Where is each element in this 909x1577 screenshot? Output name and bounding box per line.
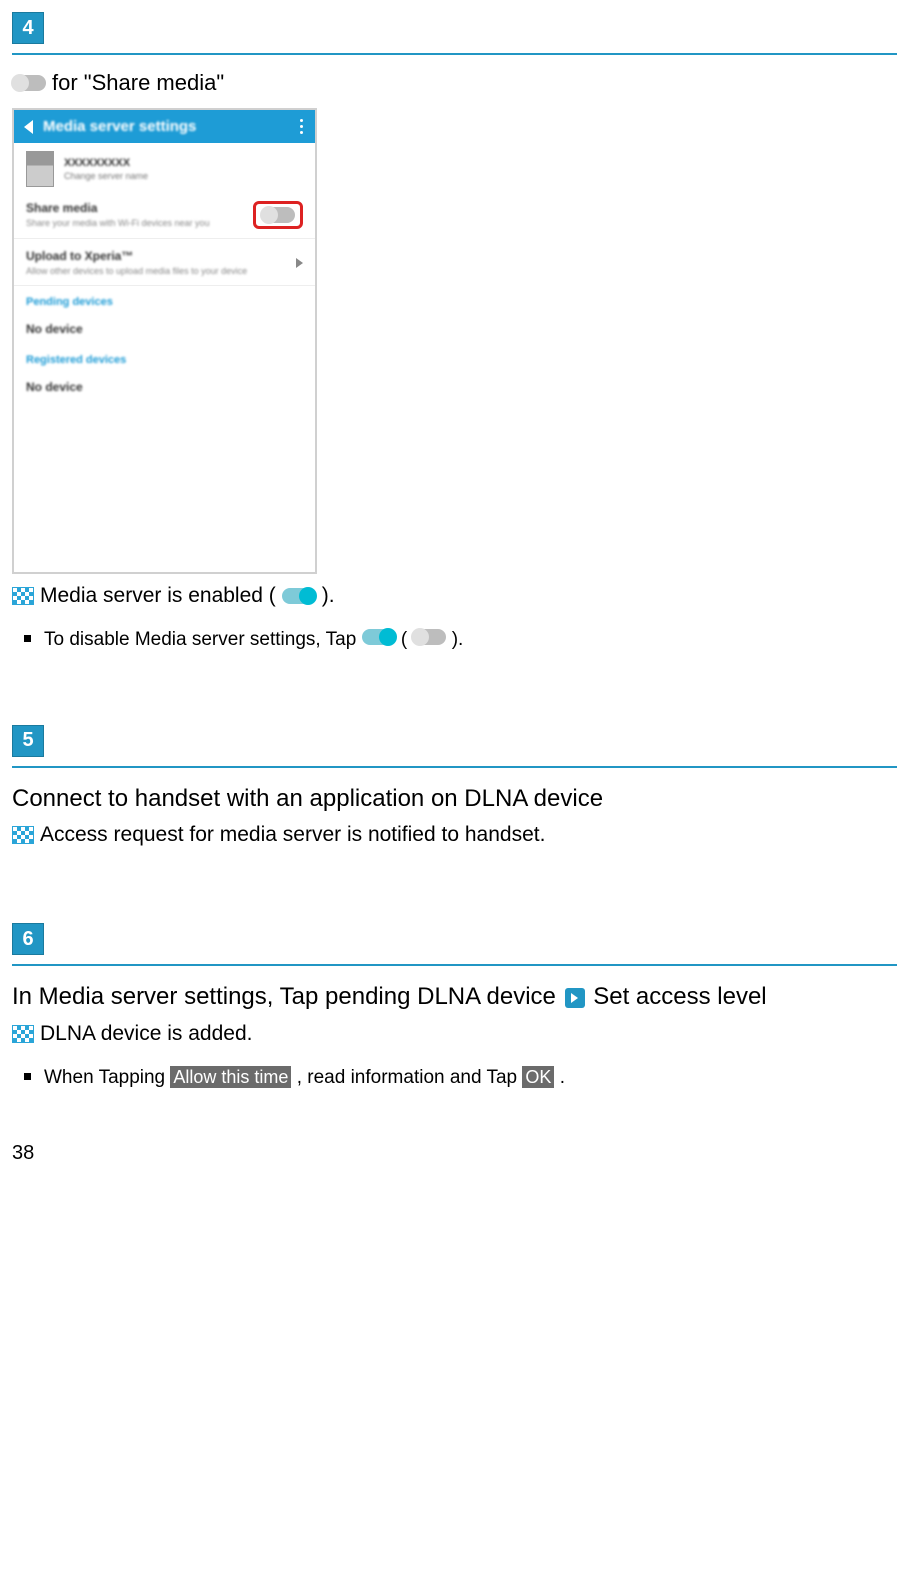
bullet-prefix: To disable Media server settings, Tap: [44, 629, 362, 650]
page-number: 38: [12, 1142, 897, 1165]
toggle-off-icon: [261, 207, 295, 223]
next-arrow-icon: [565, 988, 585, 1008]
highlight-box: [253, 201, 303, 229]
screenshot-usersub: Change server name: [64, 171, 148, 181]
divider: [12, 964, 897, 966]
screenshot-share-media-row: Share media Share your media with Wi-Fi …: [14, 191, 315, 239]
step6-bullet-1: When Tapping Allow this time , read info…: [44, 1064, 897, 1093]
enabled-suffix: ).: [322, 584, 335, 608]
divider: [12, 766, 897, 768]
step4-bullets: To disable Media server settings, Tap ( …: [12, 626, 897, 655]
screenshot-media-server-settings: Media server settings XXXXXXXXX Change s…: [12, 108, 317, 574]
screenshot-upload-title: Upload to Xperia™: [26, 249, 247, 263]
step-6: 6 In Media server settings, Tap pending …: [12, 923, 897, 1092]
step5-result-line: Access request for media server is notif…: [12, 823, 897, 847]
step4-instruction: for "Share media": [12, 70, 897, 96]
screenshot-upload-row: Upload to Xperia™ Allow other devices to…: [14, 239, 315, 287]
checker-flag-icon: [12, 1025, 34, 1043]
step4-bullet-1: To disable Media server settings, Tap ( …: [44, 626, 897, 655]
step-badge-4: 4: [12, 12, 44, 44]
screenshot-upload-sub: Allow other devices to upload media file…: [26, 266, 247, 278]
bullet-mid: (: [401, 629, 407, 650]
step6-main: In Media server settings, Tap pending DL…: [12, 981, 897, 1013]
bullet-prefix: When Tapping: [44, 1067, 170, 1088]
step-badge-5: 5: [12, 725, 44, 757]
step4-enabled-line: Media server is enabled ( ).: [12, 584, 897, 608]
screenshot-title: Media server settings: [43, 118, 196, 135]
step5-result-text: Access request for media server is notif…: [40, 823, 545, 847]
toggle-off-icon: [12, 75, 46, 91]
screenshot-share-sub: Share your media with Wi-Fi devices near…: [26, 218, 210, 230]
overflow-menu-icon: [300, 119, 303, 134]
step4-line-text: for "Share media": [52, 70, 224, 96]
screenshot-no-device-2: No device: [14, 372, 315, 402]
step-5: 5 Connect to handset with an application…: [12, 725, 897, 847]
screenshot-header: Media server settings: [14, 110, 315, 143]
step6-result-text: DLNA device is added.: [40, 1022, 252, 1046]
checker-flag-icon: [12, 587, 34, 605]
bullet-suffix: ).: [452, 629, 464, 650]
step-4: 4 for "Share media" Media server setting…: [12, 12, 897, 655]
toggle-off-icon: [412, 629, 446, 645]
chevron-right-icon: [296, 258, 303, 268]
divider: [12, 53, 897, 55]
bullet-mid: , read information and Tap: [297, 1067, 523, 1088]
key-allow-this-time: Allow this time: [170, 1066, 291, 1088]
step6-main-suffix: Set access level: [593, 983, 766, 1010]
avatar-icon: [26, 151, 54, 187]
screenshot-username: XXXXXXXXX: [64, 157, 148, 169]
screenshot-no-device-1: No device: [14, 314, 315, 344]
screenshot-registered-header: Registered devices: [14, 344, 315, 372]
back-arrow-icon: [24, 120, 33, 134]
step6-main-prefix: In Media server settings, Tap pending DL…: [12, 983, 556, 1010]
enabled-prefix: Media server is enabled (: [40, 584, 276, 608]
toggle-on-icon: [362, 629, 396, 645]
screenshot-share-title: Share media: [26, 201, 210, 215]
screenshot-pending-header: Pending devices: [14, 286, 315, 314]
step6-bullets: When Tapping Allow this time , read info…: [12, 1064, 897, 1093]
bullet-suffix: .: [560, 1067, 565, 1088]
step6-result-line: DLNA device is added.: [12, 1022, 897, 1046]
key-ok: OK: [522, 1066, 554, 1088]
step5-main: Connect to handset with an application o…: [12, 783, 897, 815]
screenshot-user-row: XXXXXXXXX Change server name: [14, 143, 315, 191]
step-badge-6: 6: [12, 923, 44, 955]
toggle-on-icon: [282, 588, 316, 604]
checker-flag-icon: [12, 826, 34, 844]
